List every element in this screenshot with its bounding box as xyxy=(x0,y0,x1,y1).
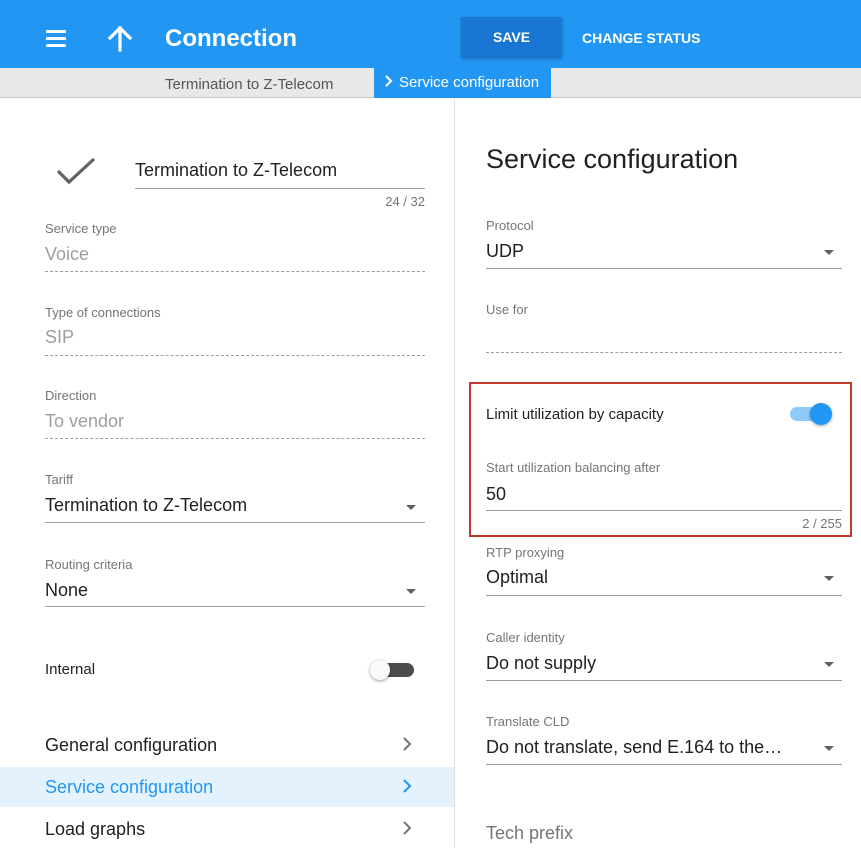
routing-criteria-label: Routing criteria xyxy=(45,557,133,572)
nav-service-configuration[interactable]: Service configuration xyxy=(0,767,454,807)
rtp-proxying-label: RTP proxying xyxy=(486,545,565,560)
dropdown-arrow-icon[interactable] xyxy=(824,746,834,751)
chevron-right-icon xyxy=(384,68,393,98)
caller-identity-label: Caller identity xyxy=(486,630,565,645)
dropdown-arrow-icon[interactable] xyxy=(824,250,834,255)
tariff-select[interactable]: Termination to Z-Telecom xyxy=(45,495,247,516)
save-button[interactable]: SAVE xyxy=(461,17,562,58)
rtp-proxying-select[interactable]: Optimal xyxy=(486,567,548,588)
section-title: Service configuration xyxy=(486,144,739,174)
app-bar: Connection SAVE CHANGE STATUS xyxy=(0,0,861,68)
internal-label: Internal xyxy=(45,661,96,678)
start-utilization-label: Start utilization balancing after xyxy=(486,460,661,475)
connection-name-input[interactable]: Termination to Z-Telecom xyxy=(135,160,425,181)
field-underline xyxy=(486,764,842,765)
check-icon xyxy=(55,156,97,191)
protocol-select[interactable]: UDP xyxy=(486,241,524,262)
nav-label: Service configuration xyxy=(45,777,214,797)
change-status-button[interactable]: CHANGE STATUS xyxy=(582,30,700,46)
arrow-up-icon[interactable] xyxy=(105,22,135,54)
nav-label: General configuration xyxy=(45,735,218,755)
nav-label: Load graphs xyxy=(45,819,146,839)
connection-type-value: SIP xyxy=(45,327,75,347)
field-underline xyxy=(45,438,425,439)
direction-value: To vendor xyxy=(45,411,125,431)
field-underline xyxy=(486,680,842,681)
direction-label: Direction xyxy=(45,388,97,403)
use-for-label: Use for xyxy=(486,302,528,317)
limit-utilization-toggle[interactable] xyxy=(790,402,834,426)
internal-toggle[interactable] xyxy=(370,660,414,680)
field-underline xyxy=(45,522,425,523)
field-underline xyxy=(486,595,842,596)
menu-button[interactable] xyxy=(45,28,69,48)
chevron-right-icon xyxy=(402,820,412,841)
routing-criteria-select[interactable]: None xyxy=(45,580,88,601)
start-utilization-input[interactable]: 50 xyxy=(486,484,506,505)
name-underline xyxy=(135,188,425,189)
caller-identity-select[interactable]: Do not supply xyxy=(486,653,596,674)
limit-utilization-label: Limit utilization by capacity xyxy=(486,406,664,423)
chevron-right-icon xyxy=(402,736,412,757)
chevron-right-icon xyxy=(402,778,412,799)
service-type-label: Service type xyxy=(45,221,117,236)
nav-general-configuration[interactable]: General configuration xyxy=(0,725,454,765)
field-underline xyxy=(486,268,842,269)
field-underline xyxy=(486,352,842,353)
dropdown-arrow-icon[interactable] xyxy=(824,662,834,667)
nav-load-graphs[interactable]: Load graphs xyxy=(0,809,454,848)
page-title: Connection xyxy=(165,25,297,52)
start-utilization-counter: 2 / 255 xyxy=(802,516,842,531)
service-type-value: Voice xyxy=(45,244,90,264)
field-underline xyxy=(45,271,425,272)
field-underline xyxy=(486,510,842,511)
connection-type-label: Type of connections xyxy=(45,305,161,320)
dropdown-arrow-icon[interactable] xyxy=(406,505,416,510)
breadcrumb-parent-link[interactable]: Termination to Z-Telecom xyxy=(165,76,333,93)
breadcrumb-current-label: Service configuration xyxy=(399,74,540,91)
tech-prefix-label: Tech prefix xyxy=(486,823,574,843)
field-underline xyxy=(45,606,425,607)
name-char-counter: 24 / 32 xyxy=(385,194,425,209)
breadcrumb: Termination to Z-Telecom Service configu… xyxy=(0,68,861,98)
breadcrumb-current[interactable]: Service configuration xyxy=(374,68,552,98)
field-underline xyxy=(45,355,425,356)
dropdown-arrow-icon[interactable] xyxy=(406,589,416,594)
translate-cld-select[interactable]: Do not translate, send E.164 to the… xyxy=(486,737,806,758)
tariff-label: Tariff xyxy=(45,472,73,487)
protocol-label: Protocol xyxy=(486,218,534,233)
translate-cld-label: Translate CLD xyxy=(486,714,570,729)
dropdown-arrow-icon[interactable] xyxy=(824,576,834,581)
